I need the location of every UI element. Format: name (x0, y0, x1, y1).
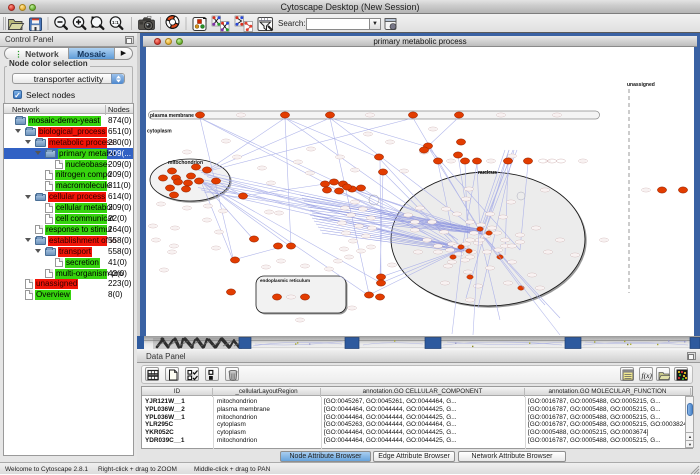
svg-text:unassigned: unassigned (627, 82, 655, 88)
svg-text:1:1: 1:1 (112, 20, 119, 25)
svg-text:plasma membrane: plasma membrane (150, 113, 194, 119)
svg-text:f(x): f(x) (641, 371, 652, 380)
svg-text:cytoplasm: cytoplasm (147, 129, 172, 135)
svg-text:nucleus: nucleus (478, 170, 497, 176)
svg-text:endoplasmic reticulum: endoplasmic reticulum (260, 278, 310, 283)
